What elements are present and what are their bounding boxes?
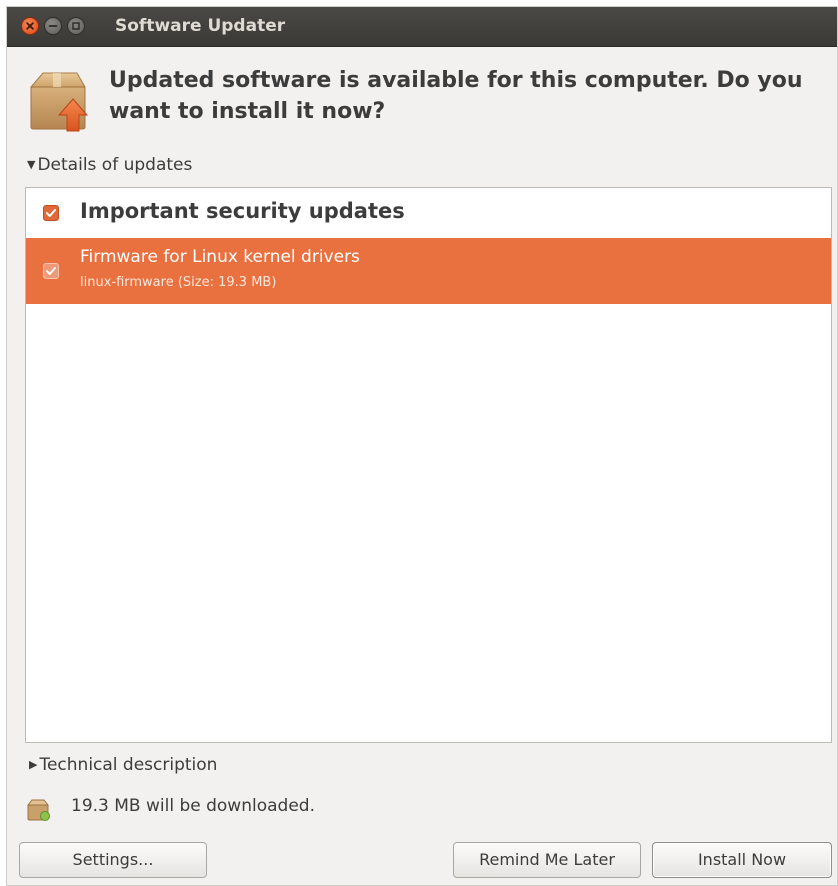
- install-now-button[interactable]: Install Now: [652, 842, 832, 878]
- headline: Updated software is available for this c…: [109, 68, 803, 124]
- minimize-icon: [48, 25, 58, 27]
- expander-down-arrow-icon: ▼: [27, 158, 36, 171]
- update-item-title: Firmware for Linux kernel drivers: [80, 247, 360, 267]
- window-title: Software Updater: [115, 16, 286, 36]
- settings-button[interactable]: Settings...: [19, 842, 207, 878]
- download-size-text: 19.3 MB will be downloaded.: [71, 796, 315, 816]
- group-row-important-security[interactable]: Important security updates: [26, 188, 831, 238]
- group-checkbox[interactable]: [43, 205, 59, 221]
- remind-me-later-button[interactable]: Remind Me Later: [453, 842, 641, 878]
- update-item-row[interactable]: Firmware for Linux kernel drivers linux-…: [26, 238, 831, 304]
- minimize-button[interactable]: [44, 17, 62, 35]
- details-expander[interactable]: ▼ Details of updates: [27, 155, 192, 175]
- software-updater-window: Software Updater Updated software is ava…: [6, 6, 838, 886]
- technical-description-label: Technical description: [39, 755, 218, 775]
- technical-description-expander[interactable]: ▶ Technical description: [29, 755, 217, 775]
- close-icon: [26, 22, 34, 30]
- group-label: Important security updates: [80, 199, 405, 223]
- close-button[interactable]: [21, 17, 39, 35]
- expander-right-arrow-icon: ▶: [29, 758, 38, 771]
- checkmark-icon: [46, 209, 56, 217]
- item-checkbox[interactable]: [43, 263, 59, 279]
- maximize-icon: [72, 22, 80, 30]
- title-bar[interactable]: Software Updater: [7, 7, 837, 47]
- download-package-icon: [27, 799, 50, 821]
- update-item-subtitle: linux-firmware (Size: 19.3 MB): [80, 275, 277, 290]
- checkmark-icon: [46, 267, 56, 275]
- details-expander-label: Details of updates: [37, 155, 193, 175]
- updates-list[interactable]: Important security updates Firmware for …: [25, 187, 832, 743]
- package-update-icon: [29, 72, 89, 132]
- maximize-button[interactable]: [67, 17, 85, 35]
